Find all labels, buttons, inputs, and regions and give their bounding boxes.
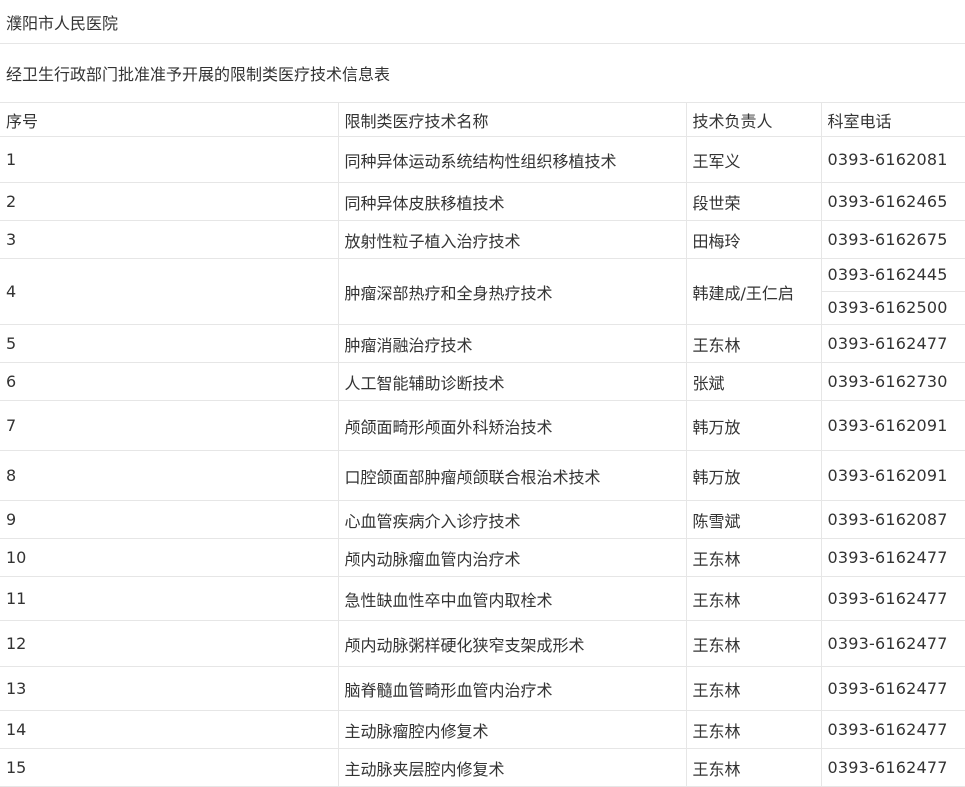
table-row: 7颅颌面畸形颅面外科矫治技术韩万放0393-6162091 bbox=[0, 401, 965, 451]
cell-no: 11 bbox=[0, 577, 338, 621]
header-no: 序号 bbox=[0, 103, 338, 137]
phone-line: 0393-6162500 bbox=[822, 291, 965, 324]
cell-lead: 韩万放 bbox=[686, 451, 821, 501]
cell-no: 6 bbox=[0, 363, 338, 401]
cell-tech-name: 同种异体运动系统结构性组织移植技术 bbox=[338, 137, 686, 183]
cell-no: 8 bbox=[0, 451, 338, 501]
cell-lead: 段世荣 bbox=[686, 183, 821, 221]
cell-tech-name: 主动脉夹层腔内修复术 bbox=[338, 749, 686, 787]
table-row: 6人工智能辅助诊断技术张斌0393-6162730 bbox=[0, 363, 965, 401]
cell-phone: 0393-6162477 bbox=[821, 621, 965, 667]
cell-lead: 王军义 bbox=[686, 137, 821, 183]
cell-no: 9 bbox=[0, 501, 338, 539]
cell-lead: 韩建成/王仁启 bbox=[686, 259, 821, 325]
cell-tech-name: 颅内动脉粥样硬化狭窄支架成形术 bbox=[338, 621, 686, 667]
cell-phone: 0393-6162087 bbox=[821, 501, 965, 539]
table-row: 8口腔颌面部肿瘤颅颌联合根治术技术韩万放0393-6162091 bbox=[0, 451, 965, 501]
cell-phone: 0393-6162477 bbox=[821, 577, 965, 621]
cell-phone: 0393-6162477 bbox=[821, 539, 965, 577]
cell-tech-name: 放射性粒子植入治疗技术 bbox=[338, 221, 686, 259]
table-row: 2同种异体皮肤移植技术段世荣0393-6162465 bbox=[0, 183, 965, 221]
cell-tech-name: 急性缺血性卒中血管内取栓术 bbox=[338, 577, 686, 621]
cell-no: 10 bbox=[0, 539, 338, 577]
cell-lead: 王东林 bbox=[686, 539, 821, 577]
cell-phone: 0393-6162465 bbox=[821, 183, 965, 221]
header-name: 限制类医疗技术名称 bbox=[338, 103, 686, 137]
cell-lead: 王东林 bbox=[686, 711, 821, 749]
table-row: 11急性缺血性卒中血管内取栓术王东林0393-6162477 bbox=[0, 577, 965, 621]
header-row: 序号 限制类医疗技术名称 技术负责人 科室电话 bbox=[0, 103, 965, 137]
table-row: 3放射性粒子植入治疗技术田梅玲0393-6162675 bbox=[0, 221, 965, 259]
cell-no: 7 bbox=[0, 401, 338, 451]
cell-lead: 王东林 bbox=[686, 749, 821, 787]
header-lead: 技术负责人 bbox=[686, 103, 821, 137]
cell-lead: 田梅玲 bbox=[686, 221, 821, 259]
table-row: 14主动脉瘤腔内修复术王东林0393-6162477 bbox=[0, 711, 965, 749]
cell-tech-name: 主动脉瘤腔内修复术 bbox=[338, 711, 686, 749]
cell-phone: 0393-6162477 bbox=[821, 325, 965, 363]
cell-phone: 0393-6162675 bbox=[821, 221, 965, 259]
table-title: 经卫生行政部门批准准予开展的限制类医疗技术信息表 bbox=[0, 44, 965, 103]
table-row: 9心血管疾病介入诊疗技术陈雪斌0393-6162087 bbox=[0, 501, 965, 539]
cell-tech-name: 同种异体皮肤移植技术 bbox=[338, 183, 686, 221]
cell-no: 14 bbox=[0, 711, 338, 749]
cell-no: 12 bbox=[0, 621, 338, 667]
cell-tech-name: 脑脊髓血管畸形血管内治疗术 bbox=[338, 667, 686, 711]
cell-lead: 韩万放 bbox=[686, 401, 821, 451]
cell-lead: 王东林 bbox=[686, 621, 821, 667]
table-row: 12颅内动脉粥样硬化狭窄支架成形术王东林0393-6162477 bbox=[0, 621, 965, 667]
table-row: 10颅内动脉瘤血管内治疗术王东林0393-6162477 bbox=[0, 539, 965, 577]
cell-no: 15 bbox=[0, 749, 338, 787]
table-row: 15主动脉夹层腔内修复术王东林0393-6162477 bbox=[0, 749, 965, 787]
cell-phone: 0393-6162730 bbox=[821, 363, 965, 401]
header-phone: 科室电话 bbox=[821, 103, 965, 137]
cell-no: 2 bbox=[0, 183, 338, 221]
table-row: 13脑脊髓血管畸形血管内治疗术王东林0393-6162477 bbox=[0, 667, 965, 711]
cell-phone: 0393-6162477 bbox=[821, 667, 965, 711]
cell-tech-name: 口腔颌面部肿瘤颅颌联合根治术技术 bbox=[338, 451, 686, 501]
phone-line: 0393-6162445 bbox=[822, 259, 965, 291]
cell-tech-name: 肿瘤深部热疗和全身热疗技术 bbox=[338, 259, 686, 325]
cell-lead: 王东林 bbox=[686, 325, 821, 363]
cell-tech-name: 颅内动脉瘤血管内治疗术 bbox=[338, 539, 686, 577]
cell-tech-name: 肿瘤消融治疗技术 bbox=[338, 325, 686, 363]
cell-phone: 0393-61624450393-6162500 bbox=[821, 259, 965, 325]
hospital-row: 濮阳市人民医院 bbox=[0, 0, 965, 44]
table-row: 1同种异体运动系统结构性组织移植技术王军义0393-6162081 bbox=[0, 137, 965, 183]
cell-no: 5 bbox=[0, 325, 338, 363]
table-row: 4肿瘤深部热疗和全身热疗技术韩建成/王仁启0393-61624450393-61… bbox=[0, 259, 965, 325]
cell-no: 3 bbox=[0, 221, 338, 259]
cell-phone: 0393-6162477 bbox=[821, 711, 965, 749]
cell-lead: 王东林 bbox=[686, 577, 821, 621]
cell-phone: 0393-6162081 bbox=[821, 137, 965, 183]
cell-phone: 0393-6162477 bbox=[821, 749, 965, 787]
cell-no: 13 bbox=[0, 667, 338, 711]
cell-no: 1 bbox=[0, 137, 338, 183]
cell-lead: 张斌 bbox=[686, 363, 821, 401]
cell-no: 4 bbox=[0, 259, 338, 325]
cell-phone: 0393-6162091 bbox=[821, 401, 965, 451]
cell-phone: 0393-6162091 bbox=[821, 451, 965, 501]
cell-tech-name: 颅颌面畸形颅面外科矫治技术 bbox=[338, 401, 686, 451]
cell-lead: 王东林 bbox=[686, 667, 821, 711]
cell-tech-name: 人工智能辅助诊断技术 bbox=[338, 363, 686, 401]
cell-tech-name: 心血管疾病介入诊疗技术 bbox=[338, 501, 686, 539]
tech-info-table: 濮阳市人民医院 经卫生行政部门批准准予开展的限制类医疗技术信息表 序号 限制类医… bbox=[0, 0, 965, 787]
cell-lead: 陈雪斌 bbox=[686, 501, 821, 539]
hospital-name: 濮阳市人民医院 bbox=[0, 0, 965, 44]
table-title-row: 经卫生行政部门批准准予开展的限制类医疗技术信息表 bbox=[0, 44, 965, 103]
table-row: 5肿瘤消融治疗技术王东林0393-6162477 bbox=[0, 325, 965, 363]
